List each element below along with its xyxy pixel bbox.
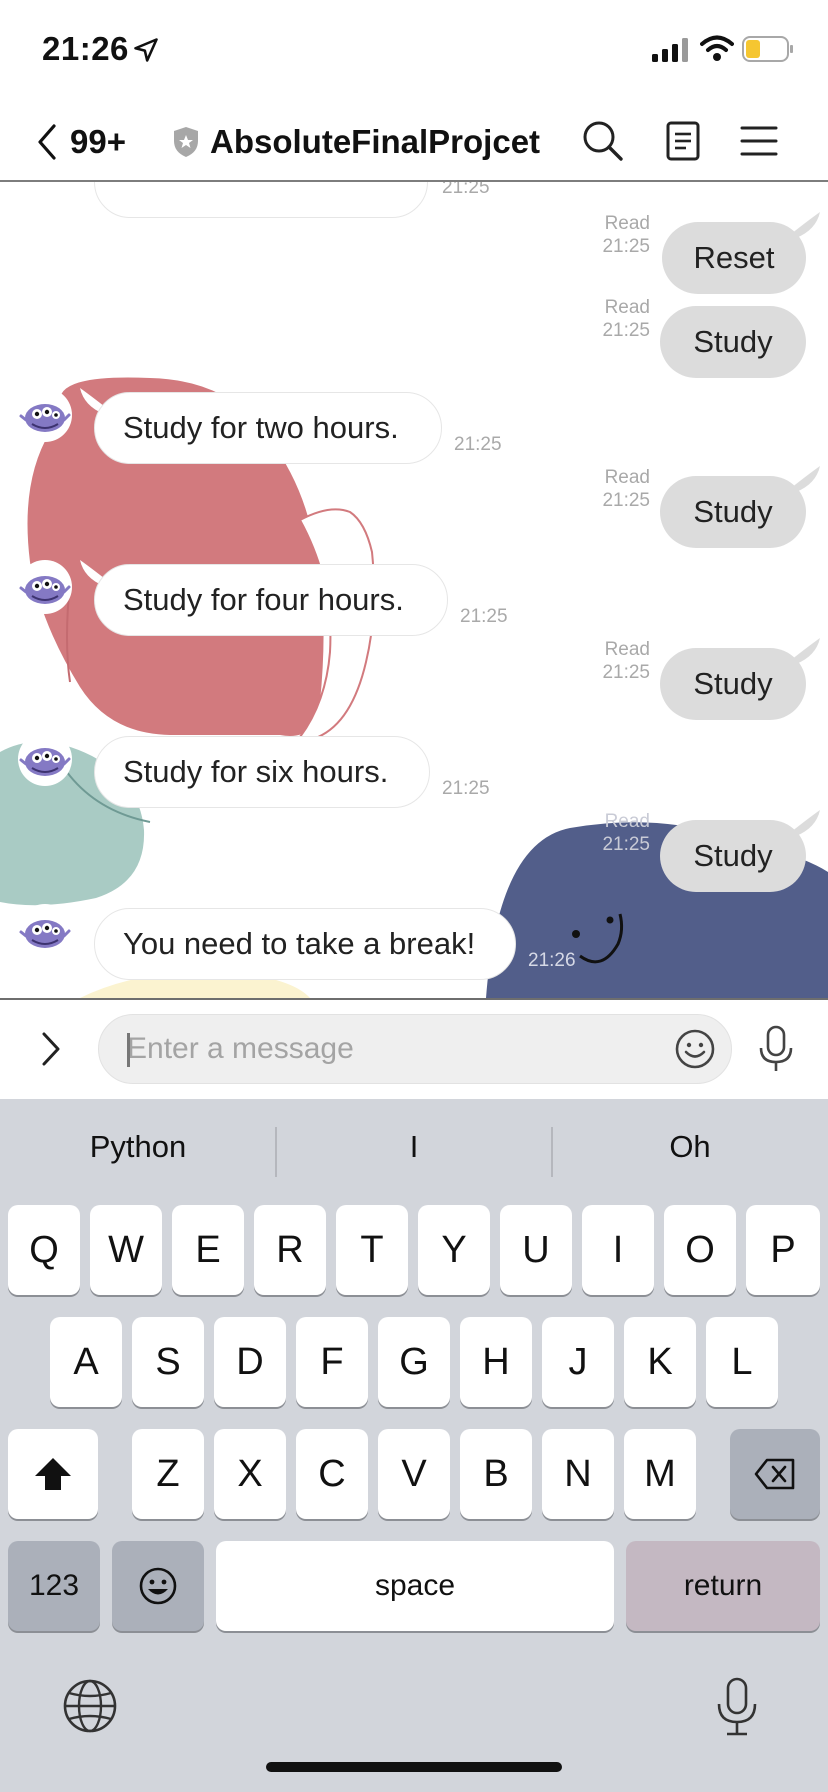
- emoji-key[interactable]: [112, 1541, 204, 1631]
- unread-count: 99+: [70, 123, 126, 160]
- message-input[interactable]: [127, 1015, 667, 1083]
- message-time: 21:25: [442, 778, 490, 799]
- suggestion-item[interactable]: Oh: [552, 1129, 828, 1165]
- search-icon[interactable]: [580, 118, 626, 164]
- message-bubble-partial[interactable]: [94, 182, 428, 218]
- key-c[interactable]: C: [296, 1429, 368, 1519]
- dictation-microphone-icon[interactable]: [712, 1676, 762, 1738]
- message-time: 21:25: [460, 606, 508, 627]
- battery-icon: [742, 36, 793, 62]
- key-g[interactable]: G: [378, 1317, 450, 1407]
- location-arrow-icon: [134, 38, 158, 62]
- monster-avatar-icon: [19, 920, 71, 948]
- backspace-icon: [754, 1458, 795, 1490]
- key-v[interactable]: V: [378, 1429, 450, 1519]
- key-i[interactable]: I: [582, 1205, 654, 1295]
- read-receipt: Read 21:25: [602, 467, 650, 511]
- incoming-message[interactable]: Study for two hours.: [94, 392, 442, 464]
- key-k[interactable]: K: [624, 1317, 696, 1407]
- bubble-tail: [786, 810, 820, 836]
- message-input-container[interactable]: [98, 1014, 732, 1084]
- key-j[interactable]: J: [542, 1317, 614, 1407]
- read-receipt: Read 21:25: [602, 811, 650, 855]
- text-cursor: [127, 1033, 130, 1067]
- key-s[interactable]: S: [132, 1317, 204, 1407]
- bubble-tail: [786, 638, 820, 664]
- return-key[interactable]: return: [626, 1541, 820, 1631]
- suggestion-item[interactable]: Python: [0, 1129, 276, 1165]
- incoming-message[interactable]: Study for six hours.: [94, 736, 430, 808]
- key-a[interactable]: A: [50, 1317, 122, 1407]
- incoming-message[interactable]: You need to take a break!: [94, 908, 516, 980]
- key-o[interactable]: O: [664, 1205, 736, 1295]
- chat-header: 99+ AbsoluteFinalProjcet: [0, 100, 828, 182]
- shift-key[interactable]: [8, 1429, 98, 1519]
- home-indicator[interactable]: [266, 1762, 562, 1772]
- shield-icon: [174, 127, 198, 157]
- menu-icon[interactable]: [736, 118, 782, 164]
- outgoing-message[interactable]: Study: [660, 476, 806, 548]
- key-d[interactable]: D: [214, 1317, 286, 1407]
- message-time: 21:26: [528, 950, 576, 971]
- key-l[interactable]: L: [706, 1317, 778, 1407]
- shift-arrow-icon: [35, 1458, 71, 1490]
- read-receipt: Read 21:25: [602, 213, 650, 257]
- incoming-message[interactable]: Study for four hours.: [94, 564, 448, 636]
- chevron-left-icon: [38, 124, 56, 160]
- key-f[interactable]: F: [296, 1317, 368, 1407]
- key-y[interactable]: Y: [418, 1205, 490, 1295]
- smiley-icon[interactable]: [673, 1027, 717, 1071]
- wifi-icon: [700, 35, 734, 61]
- key-z[interactable]: Z: [132, 1429, 204, 1519]
- status-bar: 21:26: [0, 0, 828, 100]
- key-b[interactable]: B: [460, 1429, 532, 1519]
- key-p[interactable]: P: [746, 1205, 820, 1295]
- message-input-bar: [0, 998, 828, 1099]
- read-receipt: Read 21:25: [602, 639, 650, 683]
- delete-key[interactable]: [730, 1429, 820, 1519]
- chat-title-text: AbsoluteFinalProjcet: [210, 123, 541, 160]
- emoji-face-icon: [139, 1567, 177, 1605]
- outgoing-message[interactable]: Study: [660, 820, 806, 892]
- outgoing-message[interactable]: Study: [660, 306, 806, 378]
- bot-avatar[interactable]: [18, 904, 72, 958]
- monster-avatar-icon: [19, 576, 71, 604]
- chevron-right-icon[interactable]: [36, 1028, 66, 1070]
- globe-icon[interactable]: [60, 1676, 120, 1736]
- bot-avatar[interactable]: [18, 560, 72, 614]
- key-u[interactable]: U: [500, 1205, 572, 1295]
- bubble-tail: [786, 212, 820, 238]
- outgoing-message[interactable]: Reset: [662, 222, 806, 294]
- keyboard: Python I Oh Q W E R T Y U I O P A S D F …: [0, 1099, 828, 1792]
- key-t[interactable]: T: [336, 1205, 408, 1295]
- message-time: 21:25: [442, 182, 490, 198]
- message-time: 21:25: [454, 434, 502, 455]
- monster-avatar-icon: [19, 404, 71, 432]
- suggestion-item[interactable]: I: [276, 1129, 552, 1165]
- monster-avatar-icon: [19, 748, 71, 776]
- key-r[interactable]: R: [254, 1205, 326, 1295]
- chat-area[interactable]: 21:25 Read 21:25 Reset Read 21:25 Study St…: [0, 182, 828, 998]
- back-button[interactable]: 99+: [32, 122, 126, 162]
- chat-title[interactable]: AbsoluteFinalProjcet: [172, 122, 540, 162]
- bot-avatar[interactable]: [18, 732, 72, 786]
- space-key[interactable]: space: [216, 1541, 614, 1631]
- key-h[interactable]: H: [460, 1317, 532, 1407]
- key-x[interactable]: X: [214, 1429, 286, 1519]
- status-time: 21:26: [42, 30, 129, 67]
- outgoing-message[interactable]: Study: [660, 648, 806, 720]
- suggestion-bar: Python I Oh: [0, 1099, 828, 1203]
- microphone-icon[interactable]: [754, 1024, 798, 1074]
- cellular-signal-icon: [652, 38, 688, 62]
- notes-icon[interactable]: [660, 118, 706, 164]
- bubble-tail: [786, 466, 820, 492]
- key-w[interactable]: W: [90, 1205, 162, 1295]
- key-e[interactable]: E: [172, 1205, 244, 1295]
- key-n[interactable]: N: [542, 1429, 614, 1519]
- key-q[interactable]: Q: [8, 1205, 80, 1295]
- numbers-key[interactable]: 123: [8, 1541, 100, 1631]
- key-m[interactable]: M: [624, 1429, 696, 1519]
- bot-avatar[interactable]: [18, 388, 72, 442]
- read-receipt: Read 21:25: [602, 297, 650, 341]
